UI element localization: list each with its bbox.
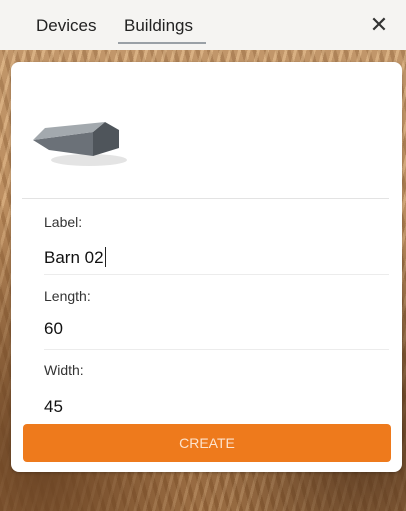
- active-tab-indicator: [118, 42, 206, 44]
- building-icon: [33, 122, 127, 166]
- label-field[interactable]: Barn 02: [44, 247, 106, 268]
- tab-bar: Devices Buildings ✕: [0, 0, 406, 50]
- length-field-title: Length:: [44, 288, 91, 304]
- tab-devices[interactable]: Devices: [36, 16, 96, 36]
- label-field-value: Barn 02: [44, 248, 104, 267]
- field-divider: [44, 349, 389, 350]
- close-icon[interactable]: ✕: [366, 12, 392, 38]
- length-field[interactable]: 60: [44, 319, 63, 339]
- create-building-card: Label: Barn 02 Length: 60 Width: 45 CREA…: [11, 62, 402, 472]
- create-button[interactable]: CREATE: [23, 424, 391, 462]
- width-field[interactable]: 45: [44, 397, 63, 417]
- divider: [22, 198, 389, 199]
- label-field-title: Label:: [44, 214, 83, 230]
- width-field-title: Width:: [44, 362, 84, 378]
- field-divider: [44, 274, 389, 275]
- text-cursor: [104, 247, 106, 267]
- tab-buildings[interactable]: Buildings: [124, 16, 193, 36]
